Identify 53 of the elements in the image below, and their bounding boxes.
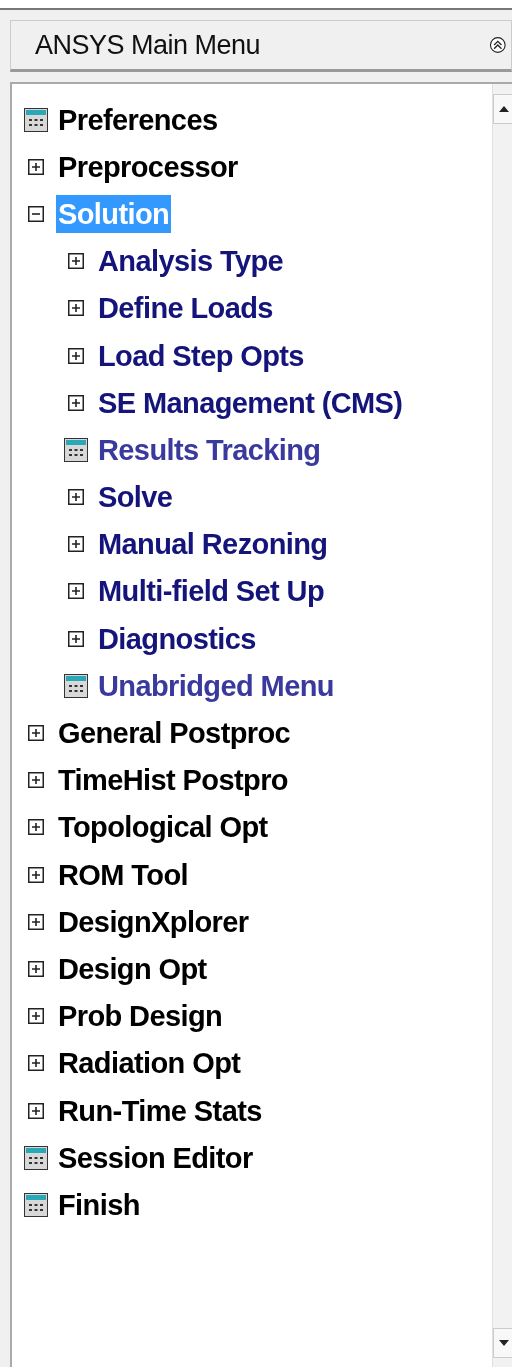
calculator-icon [24, 1145, 48, 1170]
menu-item[interactable]: Radiation Opt [56, 1044, 243, 1083]
menu-item[interactable]: Define Loads [96, 289, 275, 328]
expand-icon[interactable] [68, 489, 84, 506]
menu-item[interactable]: Run-Time Stats [56, 1091, 264, 1130]
menu-item[interactable]: Solve [96, 478, 175, 517]
expand-icon[interactable] [68, 253, 84, 270]
menu-item[interactable]: Analysis Type [96, 242, 286, 281]
calculator-icon [64, 437, 88, 462]
menu-item[interactable]: TimeHist Postpro [56, 761, 290, 800]
collapse-icon[interactable] [28, 205, 44, 222]
expand-icon[interactable] [28, 1102, 44, 1119]
menu-item[interactable]: Topological Opt [56, 808, 270, 847]
menu-item[interactable]: Diagnostics [96, 619, 258, 658]
expand-icon[interactable] [28, 772, 44, 789]
menu-title: ANSYS Main Menu [35, 28, 261, 62]
calculator-icon [24, 1192, 48, 1217]
menu-item[interactable]: Results Tracking [96, 430, 323, 469]
expand-icon[interactable] [28, 158, 44, 175]
expand-icon[interactable] [28, 866, 44, 883]
expand-icon[interactable] [68, 583, 84, 600]
expand-icon[interactable] [68, 300, 84, 317]
menu-item[interactable]: Preferences [56, 100, 220, 139]
expand-icon[interactable] [68, 347, 84, 364]
menu-item[interactable]: Manual Rezoning [96, 525, 330, 564]
menu-item[interactable]: Session Editor [56, 1138, 255, 1177]
expand-icon[interactable] [68, 394, 84, 411]
calculator-icon [24, 107, 48, 132]
calculator-icon [64, 673, 88, 698]
down-arrow-icon [498, 1340, 509, 1346]
menu-item[interactable]: Load Step Opts [96, 336, 306, 375]
expand-icon[interactable] [28, 725, 44, 742]
expand-icon[interactable] [68, 630, 84, 647]
scrollbar[interactable] [492, 84, 512, 1367]
menu-item[interactable]: Prob Design [56, 997, 225, 1036]
menu-item[interactable]: Multi-field Set Up [96, 572, 326, 611]
menu-item[interactable]: ROM Tool [56, 855, 190, 894]
menu-item[interactable]: Preprocessor [56, 147, 240, 186]
expand-icon[interactable] [28, 1055, 44, 1072]
menu-item[interactable]: Design Opt [56, 949, 209, 988]
expand-icon[interactable] [68, 536, 84, 553]
scroll-down-button[interactable] [493, 1328, 512, 1358]
menu-item[interactable]: Unabridged Menu [96, 666, 336, 705]
expand-icon[interactable] [28, 960, 44, 977]
menu-item[interactable]: General Postproc [56, 714, 293, 753]
expand-icon[interactable] [28, 1008, 44, 1025]
scroll-up-button[interactable] [493, 94, 512, 124]
menu-item[interactable]: DesignXplorer [56, 902, 251, 941]
menu-item[interactable]: SE Management (CMS) [96, 383, 405, 422]
expand-icon[interactable] [28, 913, 44, 930]
menu-item[interactable]: Finish [56, 1185, 142, 1224]
expand-icon[interactable] [28, 819, 44, 836]
up-arrow-icon [498, 106, 509, 112]
